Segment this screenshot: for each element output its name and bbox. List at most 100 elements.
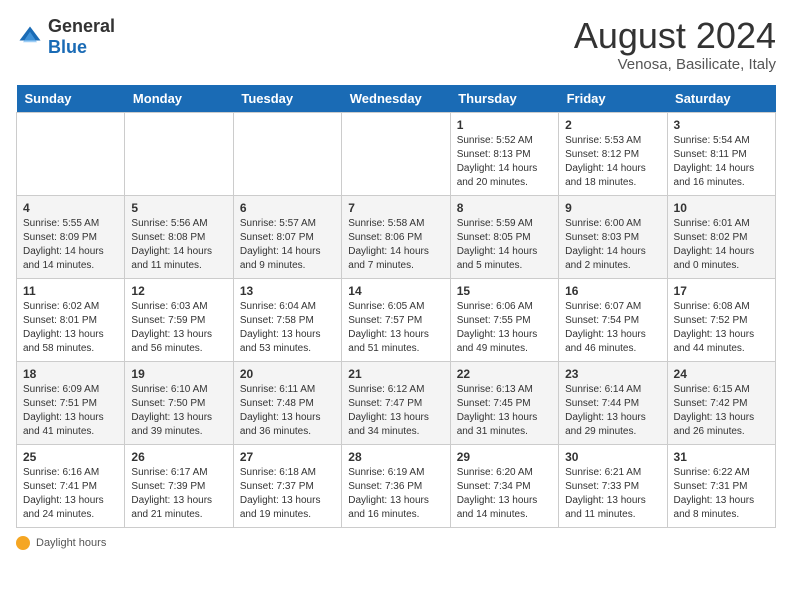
calendar-week-3: 11 Sunrise: 6:02 AM Sunset: 8:01 PM Dayli… <box>17 278 776 361</box>
day-header-monday: Monday <box>125 85 233 113</box>
calendar-cell: 16 Sunrise: 6:07 AM Sunset: 7:54 PM Dayli… <box>559 278 667 361</box>
day-number: 12 <box>131 284 226 298</box>
day-number: 2 <box>565 118 660 132</box>
day-number: 11 <box>23 284 118 298</box>
footer-note: Daylight hours <box>16 536 776 550</box>
day-info: Sunrise: 6:09 AM Sunset: 7:51 PM Dayligh… <box>23 383 118 439</box>
day-info: Sunrise: 6:13 AM Sunset: 7:45 PM Dayligh… <box>457 383 552 439</box>
day-info: Sunrise: 6:22 AM Sunset: 7:31 PM Dayligh… <box>674 466 769 522</box>
calendar-cell: 9 Sunrise: 6:00 AM Sunset: 8:03 PM Daylig… <box>559 195 667 278</box>
logo: General Blue <box>16 16 115 58</box>
day-number: 3 <box>674 118 769 132</box>
calendar-title: August 2024 <box>574 16 776 56</box>
day-number: 22 <box>457 367 552 381</box>
day-number: 9 <box>565 201 660 215</box>
footer-label: Daylight hours <box>36 537 106 549</box>
day-number: 23 <box>565 367 660 381</box>
day-info: Sunrise: 6:10 AM Sunset: 7:50 PM Dayligh… <box>131 383 226 439</box>
sun-icon <box>16 536 30 550</box>
day-number: 8 <box>457 201 552 215</box>
day-info: Sunrise: 6:11 AM Sunset: 7:48 PM Dayligh… <box>240 383 335 439</box>
calendar-cell: 26 Sunrise: 6:17 AM Sunset: 7:39 PM Dayli… <box>125 444 233 527</box>
calendar-cell: 11 Sunrise: 6:02 AM Sunset: 8:01 PM Dayli… <box>17 278 125 361</box>
day-number: 26 <box>131 450 226 464</box>
calendar-cell: 13 Sunrise: 6:04 AM Sunset: 7:58 PM Dayli… <box>233 278 341 361</box>
calendar-cell: 25 Sunrise: 6:16 AM Sunset: 7:41 PM Dayli… <box>17 444 125 527</box>
day-info: Sunrise: 6:05 AM Sunset: 7:57 PM Dayligh… <box>348 300 443 356</box>
day-info: Sunrise: 6:15 AM Sunset: 7:42 PM Dayligh… <box>674 383 769 439</box>
day-info: Sunrise: 6:04 AM Sunset: 7:58 PM Dayligh… <box>240 300 335 356</box>
day-info: Sunrise: 6:02 AM Sunset: 8:01 PM Dayligh… <box>23 300 118 356</box>
day-number: 1 <box>457 118 552 132</box>
calendar-cell: 5 Sunrise: 5:56 AM Sunset: 8:08 PM Daylig… <box>125 195 233 278</box>
day-number: 13 <box>240 284 335 298</box>
day-info: Sunrise: 5:54 AM Sunset: 8:11 PM Dayligh… <box>674 134 769 190</box>
calendar-cell: 12 Sunrise: 6:03 AM Sunset: 7:59 PM Dayli… <box>125 278 233 361</box>
day-info: Sunrise: 6:16 AM Sunset: 7:41 PM Dayligh… <box>23 466 118 522</box>
day-info: Sunrise: 5:59 AM Sunset: 8:05 PM Dayligh… <box>457 217 552 273</box>
header: General Blue August 2024 Venosa, Basilic… <box>16 16 776 73</box>
day-number: 6 <box>240 201 335 215</box>
calendar-cell: 17Sunrise: 6:08 AM Sunset: 7:52 PM Dayli… <box>667 278 775 361</box>
day-info: Sunrise: 6:01 AM Sunset: 8:02 PM Dayligh… <box>674 217 769 273</box>
day-number: 16 <box>565 284 660 298</box>
calendar-cell <box>125 112 233 195</box>
day-number: 29 <box>457 450 552 464</box>
day-number: 31 <box>674 450 769 464</box>
calendar-week-5: 25 Sunrise: 6:16 AM Sunset: 7:41 PM Dayli… <box>17 444 776 527</box>
day-info: Sunrise: 6:20 AM Sunset: 7:34 PM Dayligh… <box>457 466 552 522</box>
calendar-cell: 28Sunrise: 6:19 AM Sunset: 7:36 PM Dayli… <box>342 444 450 527</box>
calendar-cell: 10Sunrise: 6:01 AM Sunset: 8:02 PM Dayli… <box>667 195 775 278</box>
day-info: Sunrise: 6:14 AM Sunset: 7:44 PM Dayligh… <box>565 383 660 439</box>
calendar-week-2: 4Sunrise: 5:55 AM Sunset: 8:09 PM Daylig… <box>17 195 776 278</box>
calendar-cell: 14 Sunrise: 6:05 AM Sunset: 7:57 PM Dayli… <box>342 278 450 361</box>
calendar-week-1: 1 Sunrise: 5:52 AM Sunset: 8:13 PM Daylig… <box>17 112 776 195</box>
calendar-cell: 24Sunrise: 6:15 AM Sunset: 7:42 PM Dayli… <box>667 361 775 444</box>
calendar-week-4: 18Sunrise: 6:09 AM Sunset: 7:51 PM Dayli… <box>17 361 776 444</box>
calendar-cell: 15Sunrise: 6:06 AM Sunset: 7:55 PM Dayli… <box>450 278 558 361</box>
day-info: Sunrise: 6:03 AM Sunset: 7:59 PM Dayligh… <box>131 300 226 356</box>
day-number: 20 <box>240 367 335 381</box>
calendar-subtitle: Venosa, Basilicate, Italy <box>574 56 776 73</box>
day-header-saturday: Saturday <box>667 85 775 113</box>
calendar-cell: 3 Sunrise: 5:54 AM Sunset: 8:11 PM Daylig… <box>667 112 775 195</box>
day-info: Sunrise: 6:00 AM Sunset: 8:03 PM Dayligh… <box>565 217 660 273</box>
day-info: Sunrise: 5:57 AM Sunset: 8:07 PM Dayligh… <box>240 217 335 273</box>
calendar-table: SundayMondayTuesdayWednesdayThursdayFrid… <box>16 85 776 528</box>
day-info: Sunrise: 6:12 AM Sunset: 7:47 PM Dayligh… <box>348 383 443 439</box>
day-info: Sunrise: 6:07 AM Sunset: 7:54 PM Dayligh… <box>565 300 660 356</box>
day-number: 15 <box>457 284 552 298</box>
calendar-cell: 31 Sunrise: 6:22 AM Sunset: 7:31 PM Dayli… <box>667 444 775 527</box>
calendar-cell <box>17 112 125 195</box>
title-area: August 2024 Venosa, Basilicate, Italy <box>574 16 776 73</box>
calendar-cell: 21 Sunrise: 6:12 AM Sunset: 7:47 PM Dayli… <box>342 361 450 444</box>
calendar-cell: 19Sunrise: 6:10 AM Sunset: 7:50 PM Dayli… <box>125 361 233 444</box>
day-info: Sunrise: 6:18 AM Sunset: 7:37 PM Dayligh… <box>240 466 335 522</box>
day-number: 17 <box>674 284 769 298</box>
day-header-sunday: Sunday <box>17 85 125 113</box>
day-number: 21 <box>348 367 443 381</box>
day-number: 25 <box>23 450 118 464</box>
calendar-cell: 18Sunrise: 6:09 AM Sunset: 7:51 PM Dayli… <box>17 361 125 444</box>
day-header-thursday: Thursday <box>450 85 558 113</box>
day-number: 28 <box>348 450 443 464</box>
calendar-cell: 7Sunrise: 5:58 AM Sunset: 8:06 PM Daylig… <box>342 195 450 278</box>
calendar-cell: 29 Sunrise: 6:20 AM Sunset: 7:34 PM Dayli… <box>450 444 558 527</box>
calendar-header: SundayMondayTuesdayWednesdayThursdayFrid… <box>17 85 776 113</box>
calendar-cell: 6 Sunrise: 5:57 AM Sunset: 8:07 PM Daylig… <box>233 195 341 278</box>
day-header-friday: Friday <box>559 85 667 113</box>
calendar-cell <box>233 112 341 195</box>
calendar-cell: 1 Sunrise: 5:52 AM Sunset: 8:13 PM Daylig… <box>450 112 558 195</box>
day-number: 14 <box>348 284 443 298</box>
day-info: Sunrise: 5:58 AM Sunset: 8:06 PM Dayligh… <box>348 217 443 273</box>
day-info: Sunrise: 5:52 AM Sunset: 8:13 PM Dayligh… <box>457 134 552 190</box>
calendar-cell: 30Sunrise: 6:21 AM Sunset: 7:33 PM Dayli… <box>559 444 667 527</box>
day-number: 30 <box>565 450 660 464</box>
logo-text-blue: Blue <box>48 37 87 57</box>
calendar-cell <box>342 112 450 195</box>
day-info: Sunrise: 6:17 AM Sunset: 7:39 PM Dayligh… <box>131 466 226 522</box>
calendar-cell: 27Sunrise: 6:18 AM Sunset: 7:37 PM Dayli… <box>233 444 341 527</box>
day-info: Sunrise: 5:56 AM Sunset: 8:08 PM Dayligh… <box>131 217 226 273</box>
day-number: 5 <box>131 201 226 215</box>
logo-icon <box>16 23 44 51</box>
